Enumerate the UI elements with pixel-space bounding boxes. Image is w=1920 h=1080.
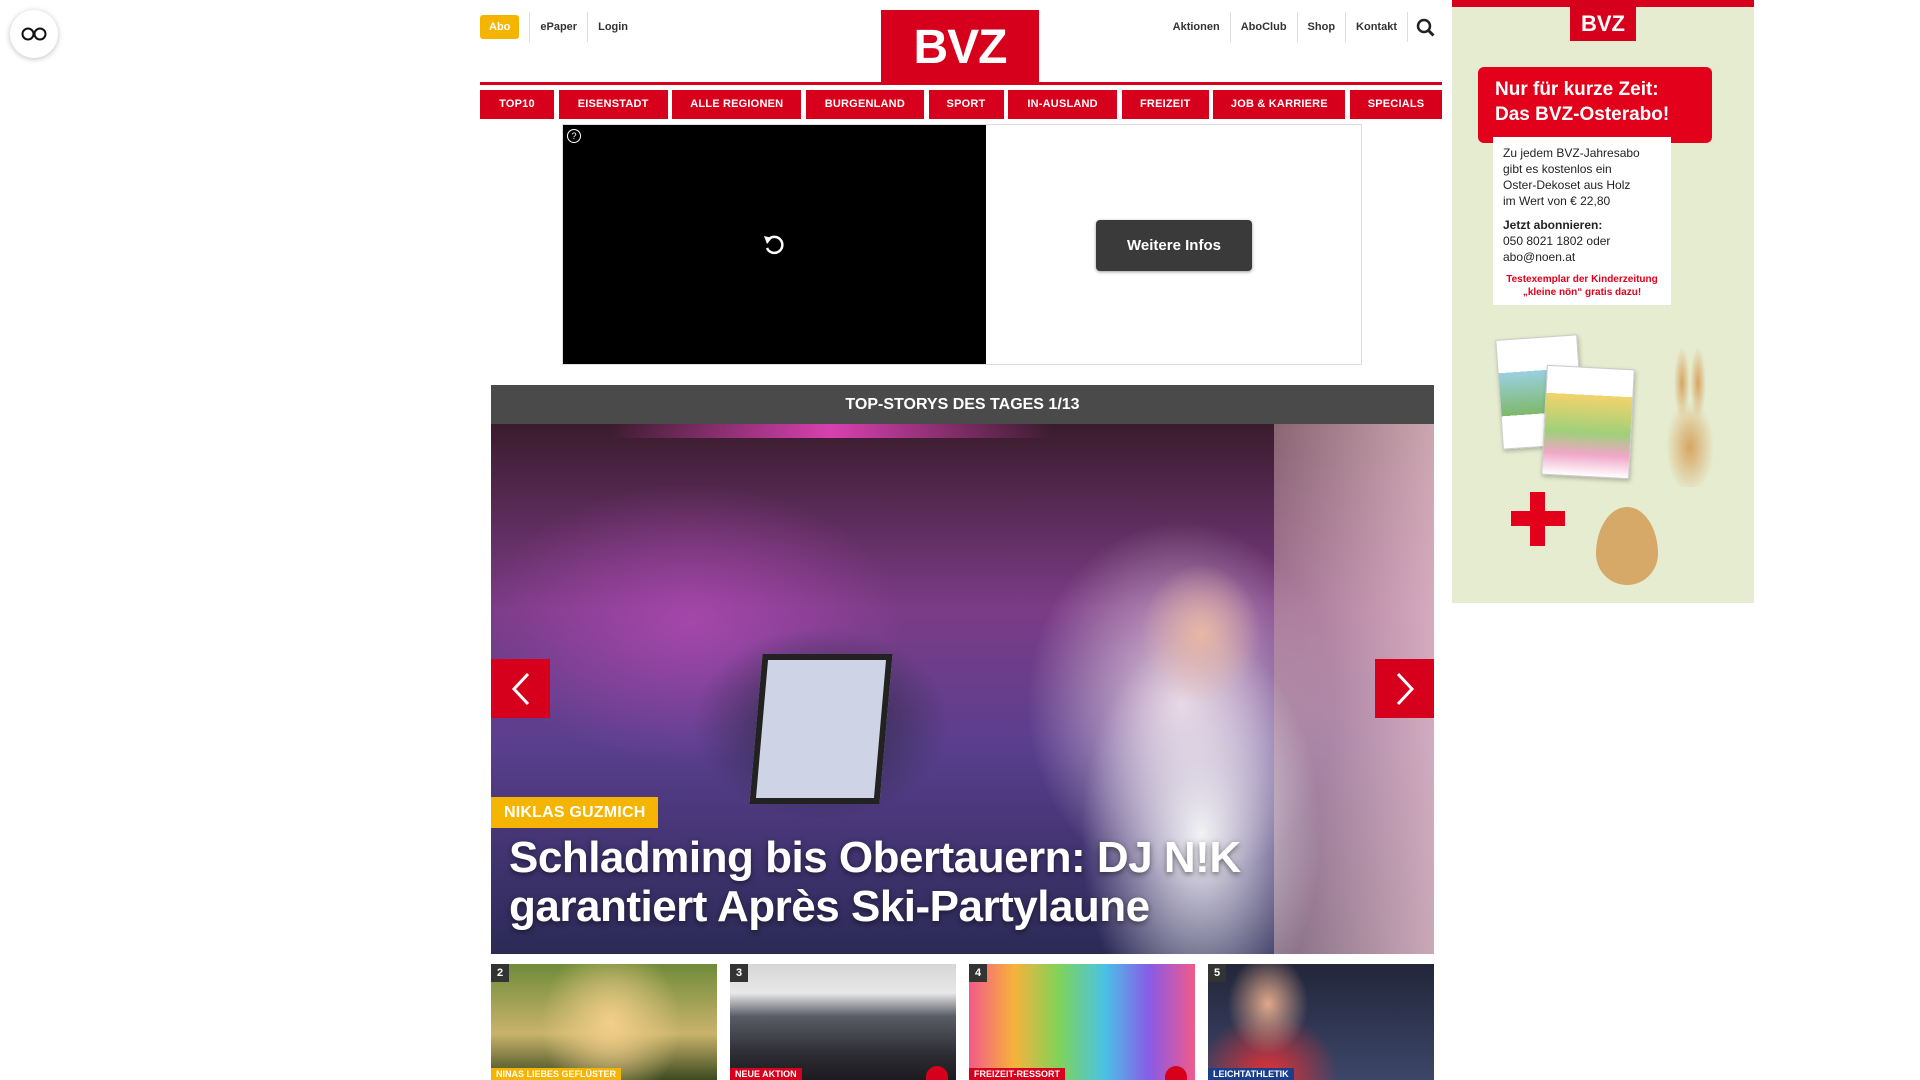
plus-icon [1511, 511, 1565, 526]
ad-promo-line-2: „kleine nön“ gratis dazu! [1522, 287, 1642, 298]
nav-item-in-ausland[interactable]: IN-AUSLAND [1008, 90, 1118, 119]
story-number: 3 [730, 964, 748, 982]
ad-bvz-logo: BVZ [1570, 7, 1636, 41]
aboclub-link[interactable]: AboClub [1231, 12, 1298, 42]
ad-body-line: Zu jedem BVZ-Jahresabo [1503, 146, 1640, 160]
ad-bunny-image [1664, 347, 1716, 487]
camera-icon [1165, 1066, 1187, 1080]
ad-contact-email: abo@noen.at [1503, 250, 1576, 264]
search-button[interactable] [1408, 12, 1442, 42]
story-number: 2 [491, 964, 509, 982]
osterabo-ad[interactable]: BVZ Nur für kurze Zeit: Das BVZ-Osterabo… [1452, 0, 1754, 603]
story-tag: LEICHTATHLETIK [1208, 1068, 1294, 1080]
nav-item-specials[interactable]: SPECIALS [1350, 90, 1442, 119]
nav-item-job-karriere[interactable]: JOB & KARRIERE [1213, 90, 1346, 119]
ad-egg-image [1596, 507, 1658, 585]
story-thumb-5[interactable]: 5 LEICHTATHLETIK [1208, 964, 1434, 1080]
login-link[interactable]: Login [587, 12, 638, 42]
story-thumb-4[interactable]: 4 FREIZEIT-RESSORT [969, 964, 1195, 1080]
chevron-right-icon [1396, 672, 1414, 705]
more-info-button[interactable]: Weitere Infos [1096, 220, 1252, 271]
ad-contact-phone: 050 8021 1802 oder [1503, 234, 1611, 248]
top-stories-heading: TOP-STORYS DES TAGES 1/13 [491, 385, 1434, 424]
epaper-link[interactable]: ePaper [530, 12, 587, 42]
main-nav: TOP10 EISENSTADT ALLE REGIONEN BURGENLAN… [480, 90, 1442, 119]
chevron-left-icon [511, 672, 529, 705]
ad-magazine-image [1541, 364, 1635, 480]
story-number: 4 [969, 964, 987, 982]
ad-headline-line-2: Das BVZ-Osterabo! [1495, 104, 1670, 125]
story-thumb-3[interactable]: 3 NEUE AKTION [730, 964, 956, 1080]
ad-cta: Jetzt abonnieren: [1503, 218, 1603, 232]
story-tag: NINAS LIEBES GEFLÜSTER [491, 1068, 622, 1080]
abo-button[interactable]: Abo [480, 15, 520, 39]
hero-image-monitor [749, 654, 893, 804]
carousel-prev-button[interactable] [491, 659, 550, 718]
story-thumb-2[interactable]: 2 NINAS LIEBES GEFLÜSTER [491, 964, 717, 1080]
nav-divider [480, 82, 1442, 85]
ad-body-line: Oster-Dekoset aus Holz [1503, 178, 1631, 192]
nav-item-top10[interactable]: TOP10 [480, 90, 554, 119]
bvz-logo[interactable]: BVZ [881, 10, 1039, 84]
replay-icon[interactable] [760, 231, 788, 259]
camera-icon [926, 1066, 948, 1080]
ad-promo-note: Testexemplar der Kinderzeitung „kleine n… [1503, 273, 1661, 299]
story-number: 5 [1208, 964, 1226, 982]
carousel-next-button[interactable] [1375, 659, 1434, 718]
nav-item-burgenland[interactable]: BURGENLAND [805, 90, 924, 119]
ad-promo-line-1: Testexemplar der Kinderzeitung [1506, 274, 1658, 285]
glasses-icon [21, 27, 47, 41]
nav-item-freizeit[interactable]: FREIZEIT [1121, 90, 1209, 119]
hero-image-light [611, 424, 1051, 438]
ad-video-player[interactable]: ? [563, 125, 986, 364]
kontakt-link[interactable]: Kontakt [1346, 12, 1408, 42]
ad-headline: Nur für kurze Zeit: Das BVZ-Osterabo! [1478, 67, 1712, 143]
hero-story-tag[interactable]: NIKLAS GUZMICH [491, 797, 659, 828]
site-header: Abo ePaper Login BVZ Aktionen AboClub Sh… [480, 0, 1442, 84]
shop-link[interactable]: Shop [1298, 12, 1347, 42]
meta-nav-right: Aktionen AboClub Shop Kontakt [1163, 12, 1442, 42]
ad-body-line: im Wert von € 22,80 [1503, 194, 1611, 208]
ad-body-card: Zu jedem BVZ-Jahresabo gibt es kostenlos… [1493, 137, 1671, 305]
aktionen-link[interactable]: Aktionen [1163, 12, 1231, 42]
video-ad: ? Weitere Infos [562, 124, 1362, 365]
ad-body-line: gibt es kostenlos ein [1503, 162, 1612, 176]
ad-headline-line-1: Nur für kurze Zeit: [1495, 79, 1659, 100]
accessibility-button[interactable] [10, 10, 58, 58]
meta-nav-left: Abo ePaper Login [480, 12, 638, 42]
story-tag: NEUE AKTION [730, 1068, 802, 1080]
nav-item-eisenstadt[interactable]: EISENSTADT [558, 90, 668, 119]
ad-info-icon[interactable]: ? [567, 129, 581, 143]
hero-story-title[interactable]: Schladming bis Obertauern: DJ N!K garant… [509, 833, 1409, 931]
search-icon [1416, 18, 1435, 37]
nav-item-alle-regionen[interactable]: ALLE REGIONEN [672, 90, 802, 119]
story-tag: FREIZEIT-RESSORT [969, 1068, 1066, 1080]
nav-item-sport[interactable]: SPORT [928, 90, 1004, 119]
